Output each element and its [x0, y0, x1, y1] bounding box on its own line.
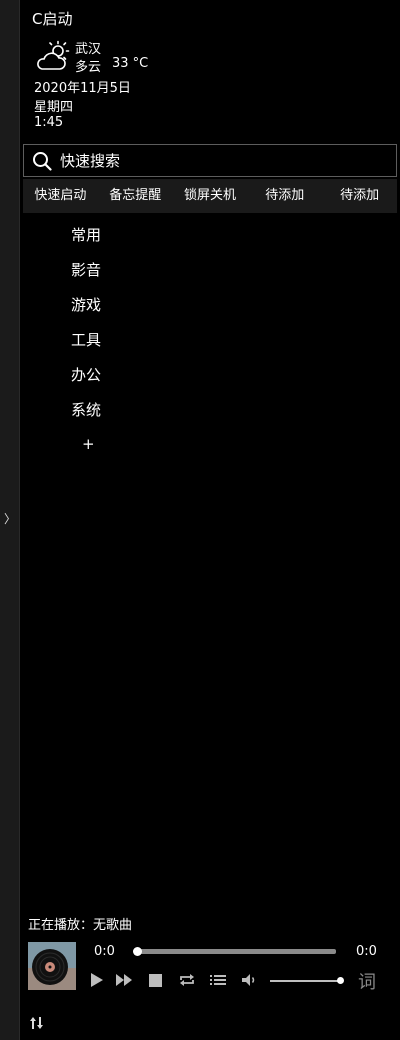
- category-office[interactable]: 办公: [71, 364, 101, 399]
- tab-placeholder-2[interactable]: 待添加: [322, 179, 397, 213]
- tab-bar: 快速启动 备忘提醒 锁屏关机 待添加 待添加: [23, 179, 397, 213]
- playlist-icon[interactable]: [209, 971, 227, 989]
- date-text: 2020年11月5日: [34, 81, 131, 96]
- sort-icon[interactable]: [30, 1016, 44, 1030]
- tab-placeholder-1[interactable]: 待添加: [247, 179, 322, 213]
- tab-lock-shutdown[interactable]: 锁屏关机: [173, 179, 248, 213]
- category-tools[interactable]: 工具: [71, 329, 101, 364]
- lyrics-button[interactable]: 词: [358, 968, 376, 994]
- volume-icon[interactable]: [240, 971, 258, 989]
- repeat-icon[interactable]: [178, 971, 196, 989]
- add-category-button[interactable]: +: [82, 435, 95, 453]
- category-games[interactable]: 游戏: [71, 294, 101, 329]
- sidebar-rail[interactable]: 〉: [0, 0, 20, 1040]
- volume-slider[interactable]: [270, 977, 344, 984]
- partly-cloudy-icon: [37, 40, 70, 70]
- tab-quick-launch[interactable]: 快速启动: [23, 179, 98, 213]
- volume-knob[interactable]: [337, 977, 344, 984]
- weekday-text: 星期四: [34, 100, 74, 115]
- progress-bar[interactable]: [133, 947, 336, 956]
- weather-condition: 多云: [75, 60, 102, 75]
- expand-chevron-icon[interactable]: 〉: [4, 510, 16, 528]
- search-input[interactable]: [60, 145, 390, 176]
- category-list: 常用 影音 游戏 工具 办公 系统: [71, 224, 101, 434]
- category-common[interactable]: 常用: [71, 224, 101, 259]
- search-icon: [33, 152, 52, 171]
- weather-city: 武汉: [75, 42, 102, 57]
- stop-icon[interactable]: [146, 971, 164, 989]
- total-time: 0:0: [356, 944, 377, 959]
- play-icon[interactable]: [88, 971, 106, 989]
- category-system[interactable]: 系统: [71, 399, 101, 434]
- album-art: [28, 942, 76, 990]
- tab-memo-reminder[interactable]: 备忘提醒: [98, 179, 173, 213]
- weather-temperature: 33 °C: [112, 56, 149, 71]
- fast-forward-icon[interactable]: [115, 971, 133, 989]
- progress-knob[interactable]: [133, 947, 142, 956]
- current-time: 0:0: [94, 944, 115, 959]
- app-window: 〉 C启动 武汉 多云 33 °C 2020年11月5日 星期四 1:45 快速…: [0, 0, 400, 1040]
- time-text: 1:45: [34, 115, 64, 130]
- app-title: C启动: [32, 10, 73, 28]
- now-playing-text: 正在播放：无歌曲: [28, 918, 133, 933]
- category-media[interactable]: 影音: [71, 259, 101, 294]
- search-box[interactable]: [23, 144, 397, 177]
